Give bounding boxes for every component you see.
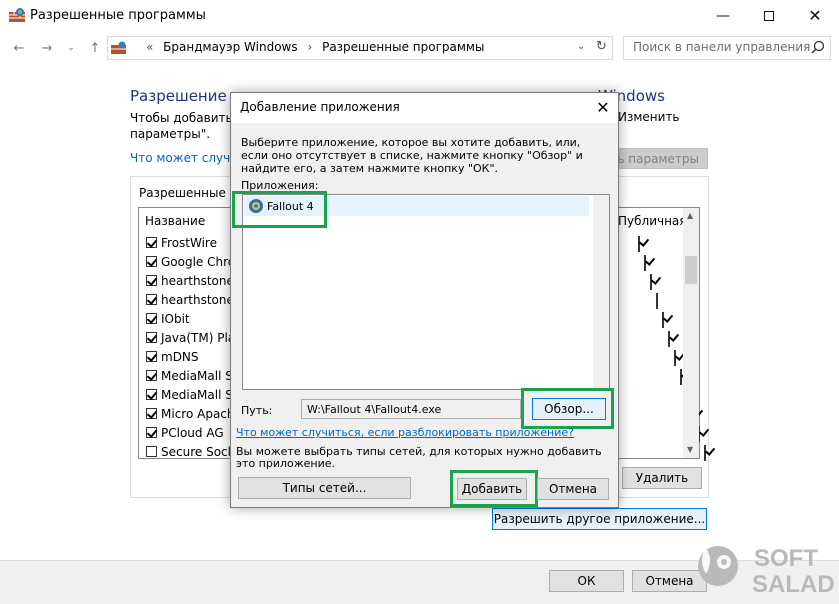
network-types-button[interactable]: Типы сетей... <box>238 477 411 499</box>
allow-other-app-button[interactable]: Разрешить другое приложение... <box>492 508 707 530</box>
row-checkbox[interactable] <box>146 370 157 381</box>
row-checkbox[interactable] <box>146 332 157 343</box>
page-title: Разрешение о <box>130 87 241 105</box>
row-checkbox[interactable] <box>146 446 157 457</box>
row-checkbox[interactable] <box>146 351 157 362</box>
column-header-name[interactable]: Название <box>145 214 205 228</box>
svg-text:SOFT: SOFT <box>754 545 818 572</box>
table-row[interactable]: IObit <box>146 309 190 328</box>
table-row[interactable]: Micro Apach <box>146 404 235 423</box>
dialog-close-icon[interactable]: ✕ <box>590 94 616 120</box>
search-placeholder: Поиск в панели управления <box>633 40 811 54</box>
apps-list-scrollbar[interactable] <box>593 195 609 389</box>
breadcrumb-separator-icon: › <box>307 40 313 54</box>
back-icon[interactable]: ← <box>8 38 30 58</box>
public-checkbox[interactable] <box>638 236 640 252</box>
dropdown-chevron-icon[interactable]: ⌄ <box>577 41 585 52</box>
row-checkbox[interactable] <box>146 294 157 305</box>
table-row[interactable]: hearthstone <box>146 290 234 309</box>
forward-icon[interactable]: → <box>36 38 58 58</box>
minimize-icon[interactable]: — <box>700 0 746 31</box>
network-note: Вы можете выбрать типы сетей, для которы… <box>236 445 602 470</box>
public-checkbox[interactable] <box>680 369 682 385</box>
help-link[interactable]: Что может случит <box>130 151 245 165</box>
column-header-public[interactable]: Публичная <box>618 214 687 228</box>
row-checkbox[interactable] <box>146 389 157 400</box>
dialog-description: Выберите приложение, которое вы хотите д… <box>241 136 583 175</box>
public-checkbox[interactable] <box>656 293 658 309</box>
path-label: Путь: <box>241 404 273 417</box>
search-icon[interactable] <box>811 40 825 54</box>
recent-chevron-icon[interactable]: ⌄ <box>60 38 82 58</box>
softsalad-logo: SOFT SALAD <box>698 545 835 598</box>
public-checkbox[interactable] <box>662 312 664 328</box>
svg-text:SALAD: SALAD <box>752 571 835 598</box>
row-name: PCloud AG <box>161 425 224 440</box>
remove-button[interactable]: Удалить <box>622 467 702 489</box>
row-checkbox[interactable] <box>146 256 157 267</box>
public-checkbox[interactable] <box>650 274 652 290</box>
path-input[interactable]: W:\Fallout 4\Fallout4.exe <box>301 399 521 419</box>
scroll-thumb[interactable] <box>685 256 697 284</box>
row-name: MediaMall Se <box>161 368 241 383</box>
row-checkbox[interactable] <box>146 313 157 324</box>
firewall-small-icon <box>111 41 126 54</box>
window-title: Разрешенные программы <box>30 8 206 23</box>
breadcrumb-item-firewall[interactable]: Брандмауэр Windows <box>163 40 297 54</box>
highlight-app <box>232 191 327 228</box>
table-row[interactable]: mDNS <box>146 347 199 366</box>
public-checkbox[interactable] <box>674 350 676 366</box>
row-checkbox[interactable] <box>146 408 157 419</box>
firewall-icon <box>9 8 25 22</box>
row-checkbox[interactable] <box>146 275 157 286</box>
up-icon[interactable]: ↑ <box>84 38 106 58</box>
row-name: Java(TM) Plat <box>161 330 240 345</box>
maximize-icon[interactable] <box>746 0 792 31</box>
change-settings-button[interactable]: ть параметры <box>610 148 708 169</box>
breadcrumb: « Брандмауэр Windows › Разрешенные прогр… <box>146 40 485 54</box>
public-checkbox[interactable] <box>668 331 670 347</box>
table-row[interactable]: Google Chron <box>146 252 243 271</box>
close-icon[interactable]: ✕ <box>792 0 838 31</box>
row-name: hearthstone <box>161 273 234 288</box>
list-scrollbar[interactable] <box>683 208 699 458</box>
dialog-cancel-button[interactable]: Отмена <box>537 478 609 500</box>
table-row[interactable]: MediaMall Se <box>146 366 240 385</box>
table-row[interactable]: hearthstone <box>146 271 234 290</box>
table-row[interactable]: MediaMall Se <box>146 385 240 404</box>
row-name: IObit <box>161 311 190 326</box>
unblock-help-link[interactable]: Что может случиться, если разблокировать… <box>236 426 574 439</box>
row-checkbox[interactable] <box>146 427 157 438</box>
breadcrumb-item-allowed[interactable]: Разрешенные программы <box>322 40 484 54</box>
scroll-down-icon[interactable]: ▼ <box>687 445 693 454</box>
table-row[interactable]: Java(TM) Plat <box>146 328 240 347</box>
row-name: Micro Apach <box>161 406 235 421</box>
public-checkbox[interactable] <box>644 255 646 271</box>
ok-button[interactable]: ОК <box>549 570 624 592</box>
public-checkbox[interactable] <box>704 445 706 461</box>
row-name: MediaMall Se <box>161 387 241 402</box>
table-row[interactable]: Secure Socke <box>146 442 242 461</box>
highlight-add <box>450 470 538 507</box>
highlight-browse <box>521 388 614 429</box>
table-row[interactable]: FrostWire <box>146 233 217 252</box>
row-name: hearthstone <box>161 292 234 307</box>
scroll-up-icon[interactable]: ▲ <box>687 211 693 220</box>
row-name: FrostWire <box>161 235 217 250</box>
refresh-icon[interactable]: ↻ <box>596 39 607 54</box>
row-checkbox[interactable] <box>146 237 157 248</box>
table-row[interactable]: PCloud AG <box>146 423 224 442</box>
row-name: mDNS <box>161 349 199 364</box>
dialog-title: Добавление приложения <box>240 100 400 114</box>
page-description-tail: Изменить <box>618 110 680 124</box>
